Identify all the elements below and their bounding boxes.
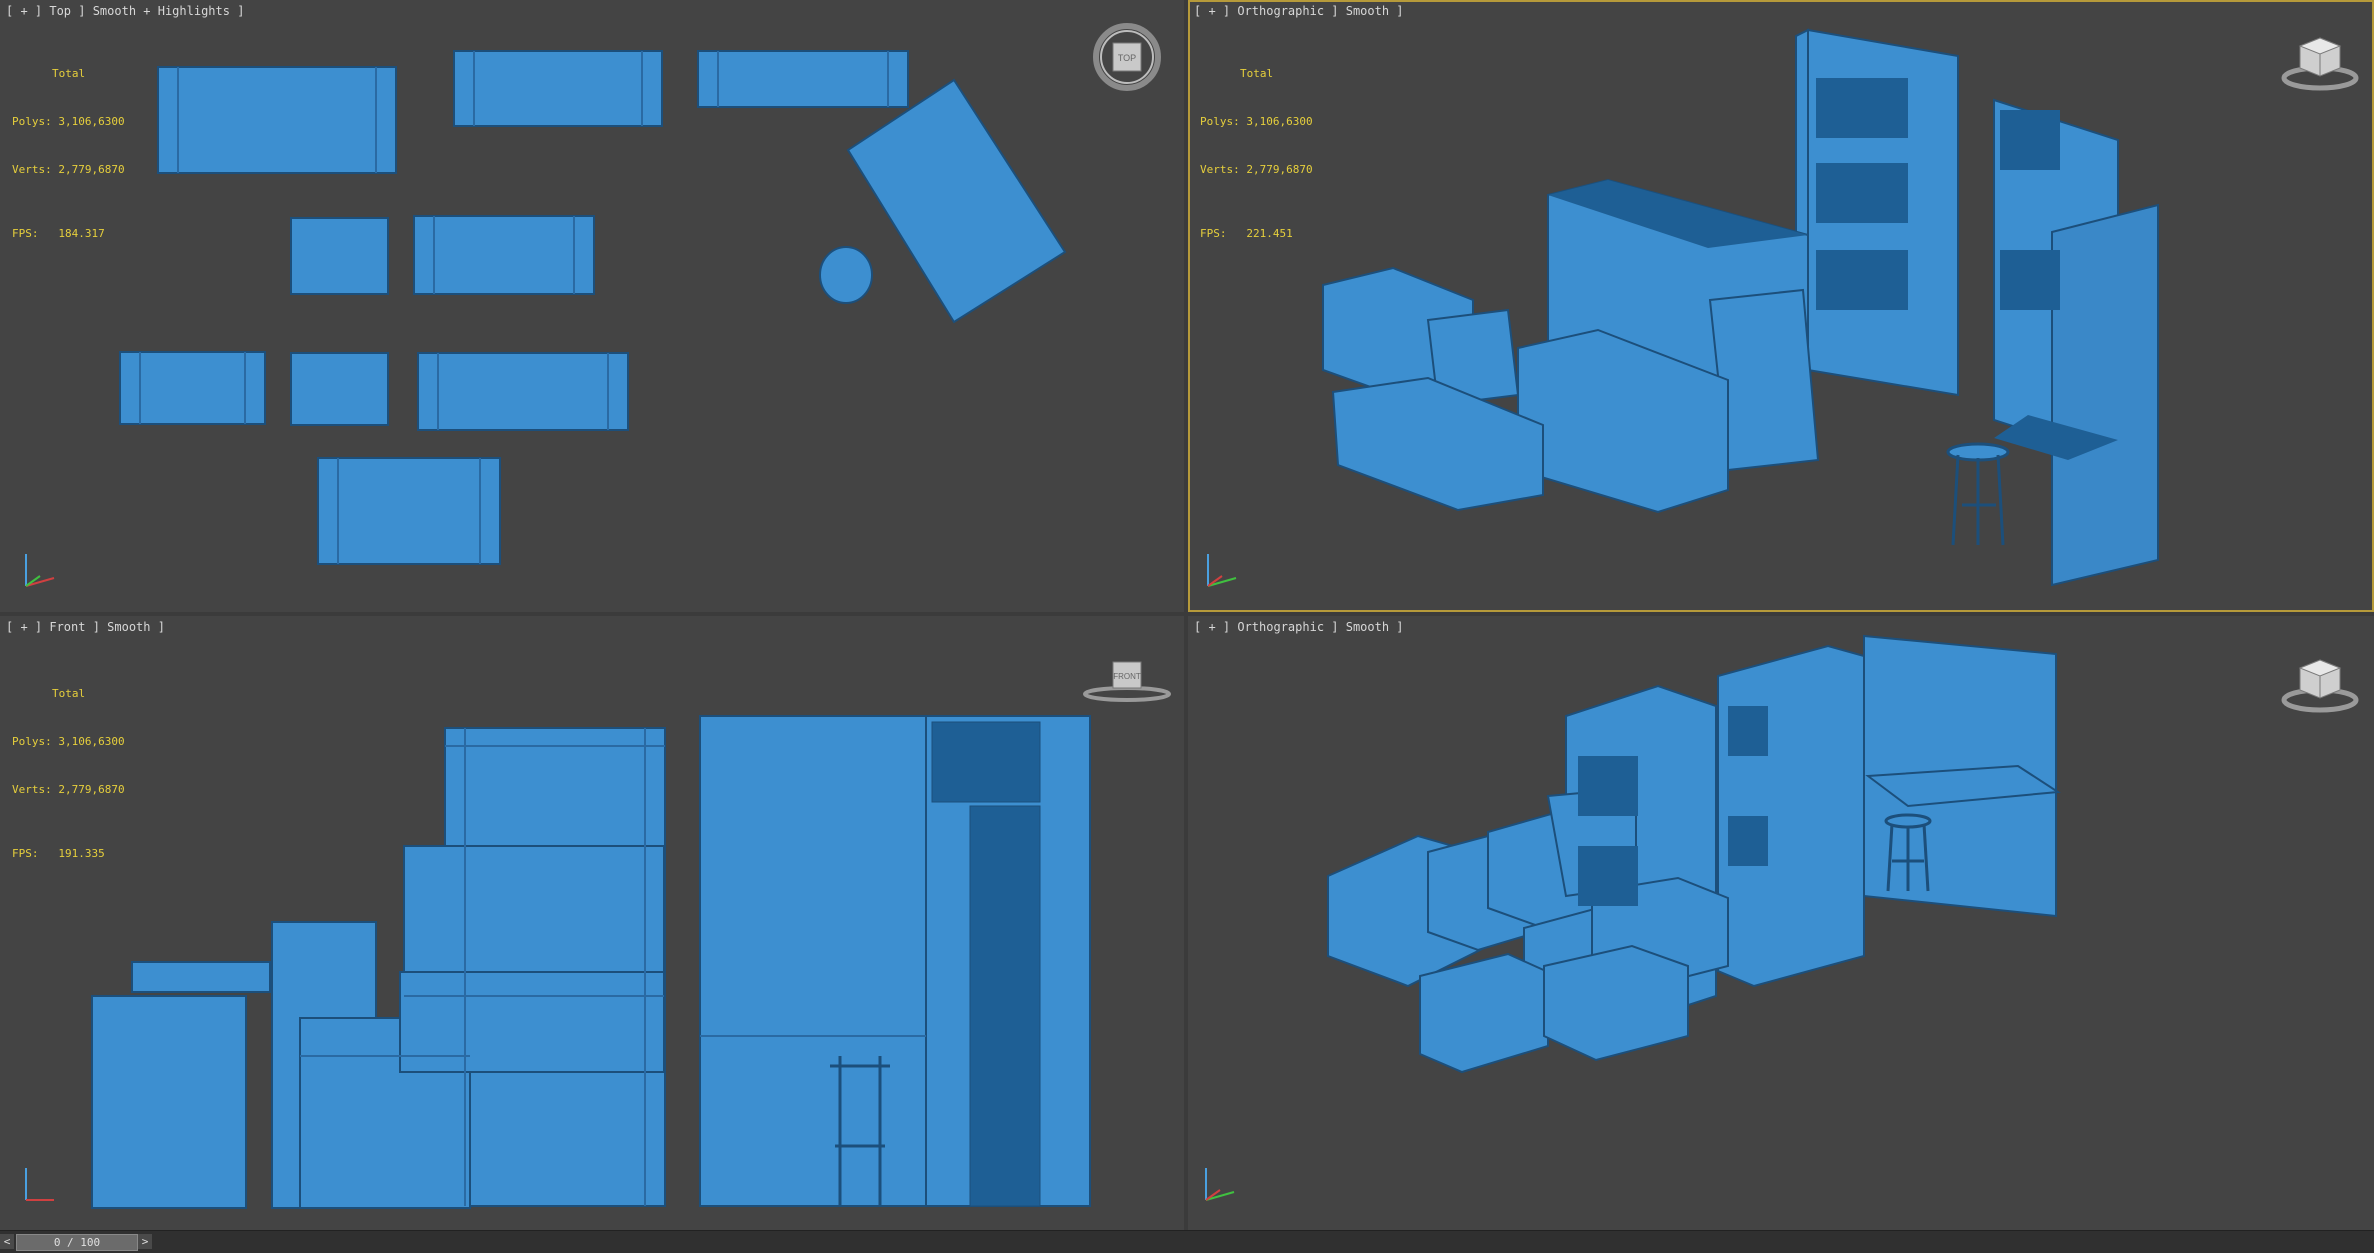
viewport-orthographic-2[interactable]: [ + ] Orthographic ] Smooth ] <box>1188 616 2374 1230</box>
axis-tripod-icon <box>1207 554 1237 587</box>
stats-total: Total <box>1240 67 1274 80</box>
stats-verts: Verts: 2,779,6870 <box>1200 163 1313 176</box>
axis-tripod-icon <box>25 1168 54 1201</box>
stats-verts: Verts: 2,779,6870 <box>12 163 125 176</box>
timeline-next-button[interactable]: > <box>138 1234 152 1249</box>
statistics-overlay: Total Polys: 3,106,6300 Verts: 2,779,687… <box>12 34 125 274</box>
viewport-label[interactable]: [ + ] Orthographic ] Smooth ] <box>1194 4 1404 18</box>
stats-polys: Polys: 3,106,6300 <box>12 735 125 748</box>
timeline-bar: < 0 / 100 > <box>0 1230 2374 1253</box>
viewcube-icon[interactable]: FRONT <box>1082 652 1172 706</box>
viewcube-icon[interactable]: TOP <box>1092 22 1162 92</box>
top-view-scene <box>119 50 1067 565</box>
viewport-orthographic-1[interactable]: [ + ] Orthographic ] Smooth ] Total Poly… <box>1188 0 2374 612</box>
3dsmax-workspace: [ + ] Top ] Smooth + Highlights ] Total … <box>0 0 2374 1253</box>
viewcube-icon[interactable] <box>2280 652 2360 714</box>
viewcube-icon[interactable] <box>2280 30 2360 92</box>
stats-fps: FPS: 184.317 <box>12 227 105 240</box>
axis-tripod-icon <box>25 554 55 587</box>
time-slider[interactable]: 0 / 100 <box>16 1234 138 1251</box>
orthographic-scene-2 <box>1327 634 2061 1074</box>
viewport-label[interactable]: [ + ] Front ] Smooth ] <box>6 620 165 634</box>
statistics-overlay: Total Polys: 3,106,6300 Verts: 2,779,687… <box>12 654 125 894</box>
stats-fps: FPS: 191.335 <box>12 847 105 860</box>
timeline-prev-button[interactable]: < <box>0 1234 14 1249</box>
orthographic-scene-1 <box>1322 28 2159 587</box>
viewport-label[interactable]: [ + ] Top ] Smooth + Highlights ] <box>6 4 244 18</box>
viewport-front[interactable]: [ + ] Front ] Smooth ] Total Polys: 3,10… <box>0 616 1184 1230</box>
viewcube-label: FRONT <box>1113 672 1141 681</box>
statistics-overlay: Total Polys: 3,106,6300 Verts: 2,779,687… <box>1200 34 1313 274</box>
axis-tripod-icon <box>1205 1168 1235 1201</box>
stats-total: Total <box>52 67 86 80</box>
stats-total: Total <box>52 687 86 700</box>
viewport-label[interactable]: [ + ] Orthographic ] Smooth ] <box>1194 620 1404 634</box>
stats-verts: Verts: 2,779,6870 <box>12 783 125 796</box>
viewcube-label: TOP <box>1118 53 1136 63</box>
stats-polys: Polys: 3,106,6300 <box>1200 115 1313 128</box>
stats-fps: FPS: 221.451 <box>1200 227 1293 240</box>
front-view-scene <box>91 715 1091 1209</box>
stats-polys: Polys: 3,106,6300 <box>12 115 125 128</box>
viewport-top[interactable]: [ + ] Top ] Smooth + Highlights ] Total … <box>0 0 1184 612</box>
